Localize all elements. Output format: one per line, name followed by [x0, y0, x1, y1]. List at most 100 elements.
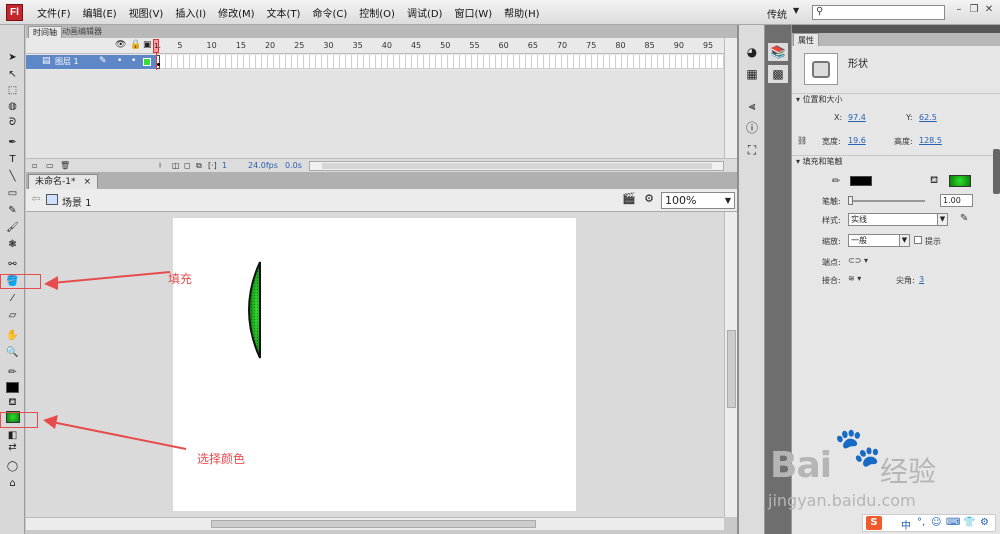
section-position-size[interactable]: ▾ 位置和大小 [792, 93, 1000, 105]
edit-stroke-style-icon[interactable]: ✎ [960, 213, 968, 224]
eraser-tool-icon[interactable]: ▱ [4, 308, 21, 323]
3d-rotation-tool-icon[interactable]: ◍ [4, 99, 21, 114]
library-panel-icon[interactable]: 📚 [768, 43, 788, 61]
menu-text[interactable]: 文本(T) [261, 5, 307, 20]
menu-window[interactable]: 窗口(W) [448, 5, 498, 20]
playhead[interactable]: 1 [153, 39, 159, 53]
ime-emoji-button[interactable]: ☺ [931, 517, 941, 528]
lasso-tool-icon[interactable]: ᘐ [4, 115, 21, 130]
outline-color-icon[interactable] [143, 58, 151, 66]
pencil-tool-icon[interactable]: ✎ [4, 203, 21, 218]
scroll-thumb[interactable] [211, 520, 536, 528]
join-select[interactable]: ≋ ▾ [848, 274, 861, 283]
zoom-tool-icon[interactable]: 🔍 [4, 345, 21, 360]
stroke-style-select[interactable]: 实线 ▼ [848, 213, 948, 226]
onion-skin-icon[interactable]: ◫ [172, 161, 180, 170]
scroll-thumb[interactable] [727, 330, 736, 408]
layer-row[interactable]: ▤ 图层 1 ✎ • • [26, 55, 156, 69]
ime-keyboard-button[interactable]: ⌨ [946, 517, 960, 528]
outline-icon[interactable]: ▣ [143, 40, 152, 50]
x-value[interactable]: 97.4 [848, 113, 866, 122]
subselection-tool-icon[interactable]: ↖ [4, 67, 21, 82]
menu-insert[interactable]: 插入(I) [169, 5, 212, 20]
fill-color-swatch[interactable] [949, 175, 971, 187]
eyedropper-tool-icon[interactable]: ⁄ [4, 291, 21, 306]
chevron-down-icon[interactable]: ▼ [793, 6, 799, 15]
stroke-color-swatch[interactable] [6, 382, 19, 393]
section-fill-stroke[interactable]: ▾ 填充和笔触 [792, 155, 1000, 167]
tab-timeline[interactable]: 时间轴 [28, 26, 62, 38]
stroke-width-input[interactable]: 1.00 [940, 194, 973, 207]
pen-tool-icon[interactable]: ✒ [4, 135, 21, 150]
deco-tool-icon[interactable]: ❃ [4, 237, 21, 252]
delete-layer-icon[interactable]: 🗑 [60, 161, 70, 170]
lock-dot-icon[interactable]: • [131, 56, 136, 66]
help-search-input[interactable]: ⚲ [812, 5, 945, 20]
zoom-select[interactable]: 100% ▼ [661, 192, 735, 209]
menu-modify[interactable]: 修改(M) [212, 5, 260, 20]
stroke-color-swatch[interactable] [850, 176, 872, 186]
align-panel-icon[interactable]: ⫷ [743, 97, 761, 115]
menu-help[interactable]: 帮助(H) [498, 5, 545, 20]
y-value[interactable]: 62.5 [919, 113, 937, 122]
free-transform-tool-icon[interactable]: ⬚ [4, 83, 21, 98]
tab-motion-editor[interactable]: 动画编辑器 [58, 26, 106, 38]
ime-punctuation-toggle[interactable]: °, [917, 517, 925, 528]
layer-frames[interactable] [160, 55, 724, 69]
swap-colors-icon[interactable]: ⇄ [4, 440, 21, 455]
selection-tool-icon[interactable]: ➤ [4, 50, 21, 65]
scale-select[interactable]: 一般 ▼ [848, 234, 910, 247]
onion-outline-icon[interactable]: ◻ [184, 161, 191, 170]
stage[interactable] [173, 218, 576, 511]
chevron-down-icon[interactable]: ▼ [725, 193, 731, 208]
link-proportions-icon[interactable]: ⛓ [797, 136, 807, 145]
chevron-down-icon[interactable]: ▼ [899, 235, 909, 246]
center-frame-icon[interactable]: ⍿ [159, 161, 161, 171]
miter-value[interactable]: 3 [919, 275, 924, 284]
gradient-shape[interactable] [244, 261, 264, 359]
text-tool-icon[interactable]: T [4, 152, 21, 167]
tab-properties[interactable]: 属性 [793, 33, 819, 46]
visibility-dot-icon[interactable]: • [117, 56, 122, 66]
menu-view[interactable]: 视图(V) [123, 5, 170, 20]
current-frame-value[interactable]: 1 [222, 161, 227, 170]
scene-breadcrumb[interactable]: 场景 1 [62, 194, 92, 209]
ime-skin-button[interactable]: 👕 [963, 517, 975, 528]
timeline-vertical-scrollbar[interactable] [724, 38, 737, 158]
menu-edit[interactable]: 编辑(E) [77, 5, 123, 20]
modify-markers-icon[interactable]: [·] [208, 161, 217, 170]
menu-control[interactable]: 控制(O) [353, 5, 401, 20]
canvas-horizontal-scrollbar[interactable] [26, 517, 724, 530]
new-folder-icon[interactable]: ▭ [46, 161, 54, 170]
ime-settings-button[interactable]: ⚙ [980, 517, 989, 528]
edit-multiple-frames-icon[interactable]: ⧉ [196, 161, 202, 171]
menu-commands[interactable]: 命令(C) [306, 5, 353, 20]
color-panel-icon[interactable]: ◕ [743, 43, 761, 61]
swatches-panel-icon[interactable]: ▦ [743, 65, 761, 83]
cap-select[interactable]: ⊂⊃ ▾ [848, 256, 868, 265]
height-value[interactable]: 128.5 [919, 136, 942, 145]
hint-checkbox[interactable] [914, 236, 922, 244]
back-arrow-icon[interactable]: ⇦ [28, 192, 44, 208]
minimize-icon[interactable]: – [952, 4, 966, 18]
transform-panel-icon[interactable]: ⛶ [743, 141, 761, 159]
slider-handle[interactable] [848, 196, 853, 205]
close-icon[interactable]: ✕ [982, 4, 996, 18]
stroke-width-slider[interactable] [849, 200, 925, 202]
new-layer-icon[interactable]: ▫ [32, 161, 37, 170]
frame-rate-value[interactable]: 24.0fps [248, 161, 278, 170]
bone-tool-icon[interactable]: ⚯ [4, 257, 21, 272]
close-icon[interactable]: × [83, 175, 91, 189]
line-tool-icon[interactable]: ╲ [4, 169, 21, 184]
eye-icon[interactable]: 👁 [115, 40, 126, 50]
document-tab[interactable]: 未命名-1* × [28, 174, 99, 189]
ime-language-toggle[interactable]: 中 [901, 517, 911, 532]
scroll-thumb[interactable] [993, 149, 1000, 194]
sogou-logo[interactable]: S [866, 516, 882, 530]
edit-scene-icon[interactable]: 🎬 [621, 192, 637, 208]
restore-icon[interactable]: ❐ [967, 4, 981, 18]
smooth-option-icon[interactable]: ⌂ [4, 476, 21, 491]
width-value[interactable]: 19.6 [848, 136, 866, 145]
brush-tool-icon[interactable]: 🖌 [4, 220, 21, 235]
chevron-down-icon[interactable]: ▼ [937, 214, 947, 225]
